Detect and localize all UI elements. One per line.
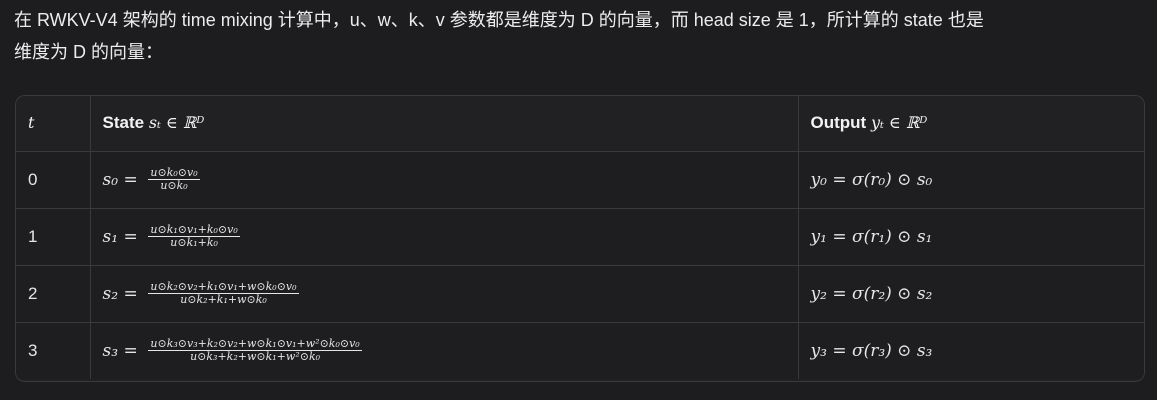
state-lhs: s₂ =	[102, 283, 138, 304]
header-output-label: Output	[810, 113, 867, 133]
cell-output: y₁ = σ(r₁) ⊙ s₁	[797, 208, 1144, 266]
table-row: 2 s₂ = u⊙k₂⊙v₂+k₁⊙v₁+w⊙k₀⊙v₀ u⊙k₂+k₁+w⊙k…	[16, 265, 1144, 323]
cell-output: y₃ = σ(r₃) ⊙ s₃	[797, 322, 1144, 379]
state-fraction: u⊙k₁⊙v₁+k₀⊙v₀ u⊙k₁+k₀	[148, 224, 240, 249]
header-state: State sₜ ∈ ℝᴰ	[89, 96, 798, 152]
header-t: t	[16, 96, 90, 152]
header-state-label: State	[102, 113, 145, 133]
state-lhs: s₀ =	[102, 169, 138, 190]
cell-output: y₀ = σ(r₀) ⊙ s₀	[797, 151, 1144, 209]
state-table-container: t State sₜ ∈ ℝᴰ Output yₜ ∈ ℝᴰ 0 s₀ = u⊙…	[15, 95, 1145, 382]
table-row: 0 s₀ = u⊙k₀⊙v₀ u⊙k₀ y₀ = σ(r₀) ⊙ s₀	[16, 151, 1144, 209]
cell-state: s₃ = u⊙k₃⊙v₃+k₂⊙v₂+w⊙k₁⊙v₁+w²⊙k₀⊙v₀ u⊙k₃…	[89, 322, 798, 379]
state-denominator: u⊙k₃+k₂+w⊙k₁+w²⊙k₀	[190, 350, 321, 364]
intro-line-1: 在 RWKV-V4 架构的 time mixing 计算中，u、w、k、v 参数…	[14, 10, 984, 30]
state-lhs: s₁ =	[102, 226, 138, 247]
table-row: 3 s₃ = u⊙k₃⊙v₃+k₂⊙v₂+w⊙k₁⊙v₁+w²⊙k₀⊙v₀ u⊙…	[16, 322, 1144, 379]
intro-line-2: 维度为 D 的向量：	[14, 42, 164, 62]
cell-t: 3	[28, 340, 38, 360]
state-denominator: u⊙k₂+k₁+w⊙k₀	[180, 293, 267, 306]
header-output: Output yₜ ∈ ℝᴰ	[797, 96, 1144, 152]
header-t-math: t	[28, 113, 35, 133]
state-fraction: u⊙k₃⊙v₃+k₂⊙v₂+w⊙k₁⊙v₁+w²⊙k₀⊙v₀ u⊙k₃+k₂+w…	[148, 338, 362, 364]
cell-state: s₁ = u⊙k₁⊙v₁+k₀⊙v₀ u⊙k₁+k₀	[89, 208, 798, 266]
cell-t: 0	[16, 151, 90, 209]
header-state-math: sₜ ∈ ℝᴰ	[148, 113, 205, 133]
cell-output: y₂ = σ(r₂) ⊙ s₂	[797, 265, 1144, 323]
state-fraction: u⊙k₂⊙v₂+k₁⊙v₁+w⊙k₀⊙v₀ u⊙k₂+k₁+w⊙k₀	[148, 281, 299, 306]
table-header-row: t State sₜ ∈ ℝᴰ Output yₜ ∈ ℝᴰ	[16, 96, 1144, 152]
cell-state: s₂ = u⊙k₂⊙v₂+k₁⊙v₁+w⊙k₀⊙v₀ u⊙k₂+k₁+w⊙k₀	[89, 265, 798, 323]
state-lhs: s₃ =	[102, 340, 138, 361]
state-denominator: u⊙k₁+k₀	[170, 236, 218, 249]
intro-paragraph: 在 RWKV-V4 架构的 time mixing 计算中，u、w、k、v 参数…	[14, 4, 1149, 68]
header-output-math: yₜ ∈ ℝᴰ	[870, 113, 928, 133]
state-fraction: u⊙k₀⊙v₀ u⊙k₀	[148, 167, 200, 192]
cell-state: s₀ = u⊙k₀⊙v₀ u⊙k₀	[89, 151, 798, 209]
state-denominator: u⊙k₀	[160, 179, 188, 192]
state-table: t State sₜ ∈ ℝᴰ Output yₜ ∈ ℝᴰ 0 s₀ = u⊙…	[16, 96, 1144, 379]
table-row: 1 s₁ = u⊙k₁⊙v₁+k₀⊙v₀ u⊙k₁+k₀ y₁ = σ(r₁) …	[16, 208, 1144, 266]
cell-t: 2	[16, 265, 90, 323]
cell-t: 1	[16, 208, 90, 266]
